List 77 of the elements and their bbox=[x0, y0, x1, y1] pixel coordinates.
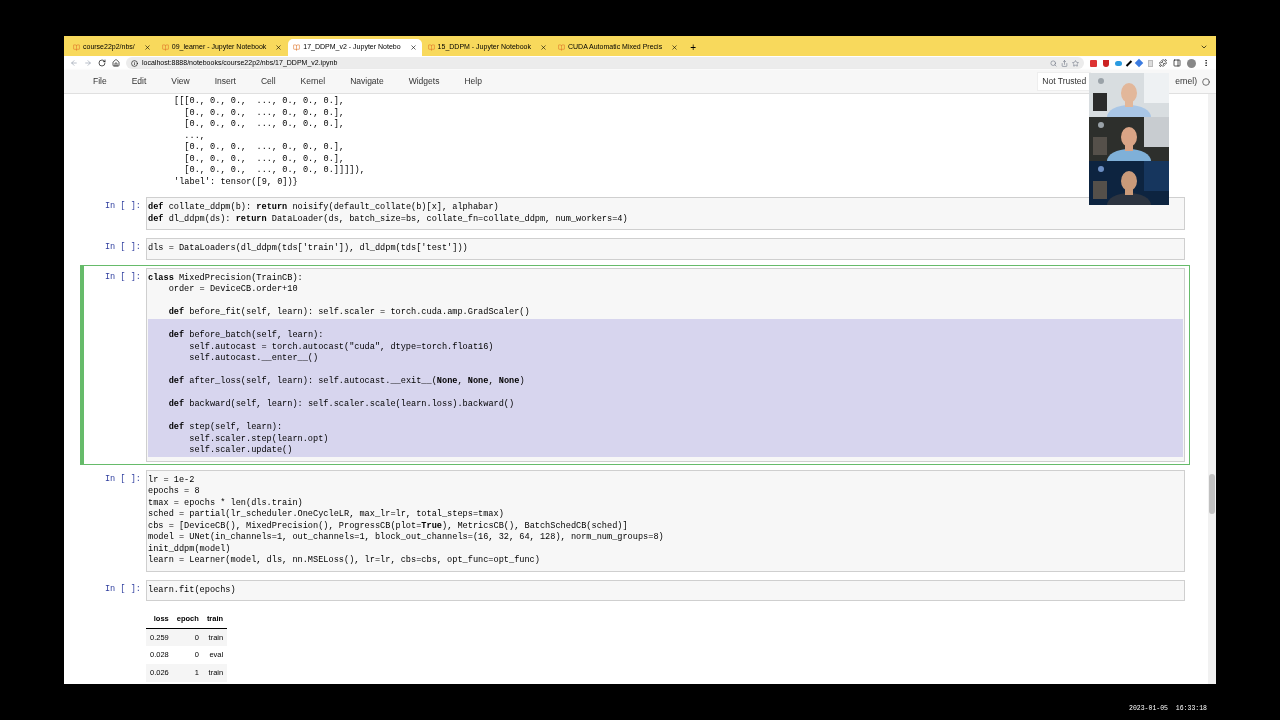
input-prompt: In [ ]: bbox=[103, 270, 142, 284]
code-line: epochs = 8 bbox=[148, 486, 200, 496]
close-icon[interactable] bbox=[671, 44, 679, 51]
close-icon[interactable] bbox=[409, 44, 417, 51]
code-line: self.autocast = torch.autocast("cuda", dtype=torch.float16) bbox=[188, 341, 494, 352]
menu-item[interactable]: Navigate bbox=[350, 75, 384, 88]
code-line: self.scaler.update() bbox=[188, 445, 293, 455]
menu-item[interactable]: Cell bbox=[260, 75, 276, 88]
output-line: 'label': tensor([9, 0])} bbox=[174, 176, 298, 188]
menu-item[interactable]: Kernel bbox=[300, 75, 326, 88]
menu-item[interactable]: Help bbox=[464, 75, 482, 88]
notebook-cell[interactable]: In [ ]: learn.fit(epochs) bbox=[80, 576, 1190, 604]
menu-item[interactable]: View bbox=[171, 75, 190, 88]
code-line: self.autocast.__enter__() bbox=[188, 353, 319, 363]
kernel-name: ernel) bbox=[1175, 75, 1197, 88]
kernel-status-icon bbox=[1202, 77, 1210, 86]
code-line: def collate_ddpm(b): return noisify(default_collate(b)[x], alphabar) bbox=[148, 202, 499, 212]
code-line: class MixedPrecision(TrainCB): bbox=[148, 272, 303, 283]
notebook-icon bbox=[558, 44, 565, 51]
pin-icon[interactable] bbox=[1125, 59, 1133, 67]
code-line: self.scaler.step(learn.opt) bbox=[188, 433, 329, 444]
extensions-icon[interactable] bbox=[1159, 59, 1167, 67]
menu-icon[interactable] bbox=[1202, 59, 1210, 67]
menu-item[interactable]: Widgets bbox=[408, 75, 440, 88]
close-icon[interactable] bbox=[143, 44, 151, 51]
input-prompt: In [ ]: bbox=[103, 472, 142, 486]
output-line: [0., 0., 0., ..., 0., 0., 0.]]]]), bbox=[183, 165, 365, 177]
side-panel-icon[interactable] bbox=[1173, 59, 1181, 67]
output-line: [0., 0., 0., ..., 0., 0., 0.], bbox=[183, 153, 345, 165]
code-input[interactable]: dls = DataLoaders(dl_ddpm(tds['train']), dl_ddpm(tds['test'])) bbox=[146, 238, 1185, 260]
code-input[interactable]: learn.fit(epochs) bbox=[146, 579, 1185, 601]
input-prompt: In [ ]: bbox=[103, 241, 142, 254]
code-line: lr = 1e-2 bbox=[148, 474, 195, 485]
new-tab-button[interactable]: + bbox=[684, 39, 702, 56]
code-line: def before_batch(self, learn): bbox=[167, 330, 324, 340]
code-line: def dl_ddpm(ds): return DataLoader(ds, batch_size=bs, collate_fn=collate_ddpm, num_workers=4) bbox=[148, 213, 628, 224]
home-icon[interactable] bbox=[112, 59, 120, 67]
input-prompt: In [ ]: bbox=[103, 200, 142, 213]
output-line: [[[0., 0., 0., ..., 0., 0., 0.], bbox=[174, 96, 345, 108]
code-line: learn = Learner(model, dls, nn.MSELoss(), lr=lr, cbs=cbs, opt_func=opt_func) bbox=[148, 555, 540, 565]
reload-icon[interactable] bbox=[98, 59, 106, 67]
code-line: tmax = epochs * len(dls.train) bbox=[148, 497, 303, 508]
code-input[interactable]: def collate_ddpm(b): return noisify(default_collate(b)[x], alphabar) def dl_ddpm(ds): return DataLoader(ds, batch_size=bs, collate_fn=collate_ddpm, num_workers=4) bbox=[146, 197, 1185, 230]
code-line: model = UNet(in_channels=1, out_channels=1, block_out_channels=(16, 32, 64, 128), norm_num_groups=8) bbox=[148, 532, 664, 542]
tab-list-icon[interactable] bbox=[1200, 43, 1208, 51]
menu-item[interactable]: Insert bbox=[214, 75, 236, 88]
profile-avatar[interactable] bbox=[1187, 58, 1196, 68]
code-line: dls = DataLoaders(dl_ddpm(tds['train']), dl_ddpm(tds['test'])) bbox=[148, 243, 468, 253]
code-line: def before_fit(self, learn): self.scaler = torch.cuda.amp.GradScaler() bbox=[167, 307, 530, 317]
menu-item[interactable]: Edit bbox=[131, 75, 147, 88]
output-line: [0., 0., 0., ..., 0., 0., 0.], bbox=[183, 107, 345, 119]
code-line: order = DeviceCB.order+10 bbox=[167, 284, 298, 294]
code-line: def step(self, learn): bbox=[167, 422, 283, 432]
notebook-icon bbox=[293, 44, 301, 51]
output-line: ..., bbox=[183, 130, 205, 142]
output-line: [0., 0., 0., ..., 0., 0., 0.], bbox=[183, 142, 345, 154]
input-prompt: In [ ]: bbox=[103, 582, 142, 596]
notebook-icon bbox=[73, 44, 80, 51]
close-icon[interactable] bbox=[540, 44, 547, 51]
output-line: [0., 0., 0., ..., 0., 0., 0.], bbox=[183, 119, 345, 131]
code-line: sched = partial(lr_scheduler.OneCycleLR, max_lr=lr, total_steps=tmax) bbox=[148, 509, 504, 519]
notebook-icon bbox=[427, 44, 435, 51]
menu-item[interactable]: File bbox=[93, 75, 107, 88]
scrollbar[interactable] bbox=[1208, 94, 1216, 684]
close-icon[interactable] bbox=[275, 44, 283, 51]
code-line: init_ddpm(model) bbox=[148, 543, 231, 554]
notebook-cell[interactable]: In [ ]: dls = DataLoaders(dl_ddpm(tds['train']), dl_ddpm(tds['test'])) bbox=[80, 235, 1190, 263]
notebook-cell[interactable]: In [ ]: def collate_ddpm(b): return noisify(default_collate(b)[x], alphabar) def dl_ddpm(ds): return DataLoader(ds, batch_size=bs, collate_fn=collate_ddpm, num_workers=4) bbox=[80, 194, 1190, 233]
code-line: def backward(self, learn): self.scaler.scale(learn.loss).backward() bbox=[167, 399, 515, 409]
trust-indicator[interactable]: Not Trusted bbox=[1037, 72, 1092, 91]
code-line: learn.fit(epochs) bbox=[148, 584, 236, 595]
code-line: cbs = [DeviceCB(), MixedPrecision(), ProgressCB(plot=True), MetricsCB(), BatchSchedCB(sched)] bbox=[148, 520, 628, 531]
extension-icon[interactable] bbox=[1090, 59, 1097, 67]
notebook-icon bbox=[161, 44, 169, 51]
shield-icon[interactable] bbox=[1103, 59, 1109, 67]
info-icon bbox=[131, 59, 138, 67]
code-line: def after_loss(self, learn): self.autocast.__exit__(None, None, None) bbox=[167, 376, 525, 386]
